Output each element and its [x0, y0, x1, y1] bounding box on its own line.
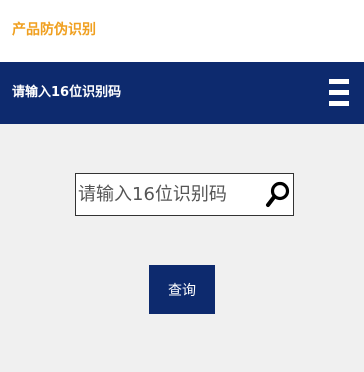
top-header: 产品防伪识别: [0, 0, 364, 62]
search-icon[interactable]: [265, 180, 291, 210]
query-button[interactable]: 查询: [149, 265, 215, 314]
nav-bar: 请输入16位识别码: [0, 62, 364, 124]
menu-bar-top: [329, 79, 349, 84]
hamburger-menu-icon[interactable]: [326, 76, 352, 110]
menu-bar-bottom: [329, 101, 349, 106]
search-input[interactable]: [76, 174, 264, 215]
search-box: [75, 173, 294, 216]
menu-bar-middle: [329, 90, 349, 95]
page-title: 产品防伪识别: [12, 22, 96, 38]
nav-title: 请输入16位识别码: [12, 85, 122, 100]
